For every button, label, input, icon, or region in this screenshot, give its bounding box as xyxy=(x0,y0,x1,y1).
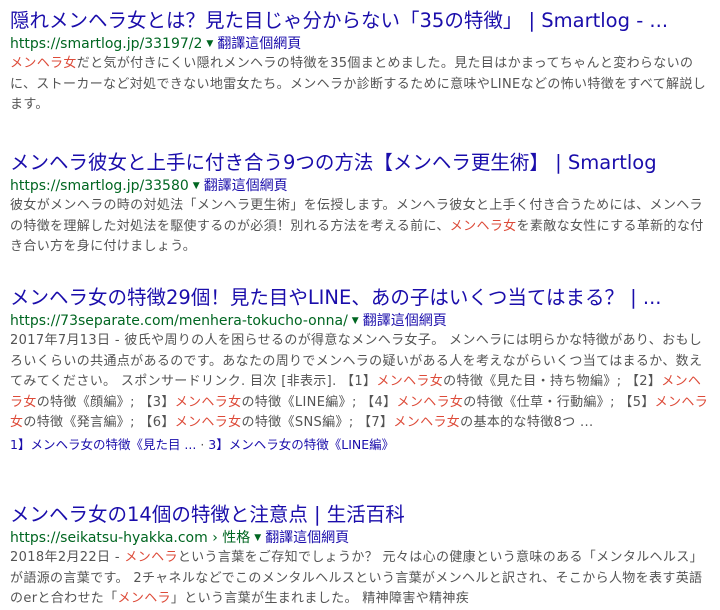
snippet-text: の基本的な特徴8つ ... xyxy=(460,415,594,430)
result-url: https://73separate.com/menhera-tokucho-o… xyxy=(10,313,348,329)
translate-page-link[interactable]: 翻譯這個網頁 xyxy=(217,36,301,52)
result-title-link[interactable]: メンヘラ女の特徴29個！見た目やLINE、あの子はいくつ当てはまる？ | ... xyxy=(10,285,710,311)
snippet-highlight: メンヘラ xyxy=(124,550,178,565)
snippet-text: 」という言葉が生まれました。 精神障害や精神疾 xyxy=(170,591,470,606)
result-url-line: https://smartlog.jp/33197/2 ▼ 翻譯這個網頁 xyxy=(10,34,710,54)
translate-page-link[interactable]: 翻譯這個網頁 xyxy=(265,530,349,546)
translate-page-link[interactable]: 翻譯這個網頁 xyxy=(204,178,288,194)
caret-down-icon[interactable]: ▼ xyxy=(254,528,261,548)
snippet-text: の特徴《LINE編》; 【4】 xyxy=(241,394,397,410)
caret-down-icon[interactable]: ▼ xyxy=(352,311,359,331)
result-url-line: https://73separate.com/menhera-tokucho-o… xyxy=(10,311,710,331)
snippet-highlight: メンヘラ女 xyxy=(449,218,517,234)
result-breadcrumb: › 性格 xyxy=(207,530,251,546)
search-result: メンヘラ彼女と上手に付き合う9つの方法【メンヘラ更生術】 | Smartlog … xyxy=(10,150,710,258)
search-result: メンヘラ女の14個の特徴と注意点 | 生活百科 https://seikatsu… xyxy=(10,502,710,610)
sitelink[interactable]: 3】メンヘラ女の特徴《LINE編》 xyxy=(208,437,394,452)
caret-down-icon[interactable]: ▼ xyxy=(206,34,213,54)
snippet-highlight: メンヘラ女 xyxy=(174,415,242,430)
result-url-line: https://smartlog.jp/33580 ▼ 翻譯這個網頁 xyxy=(10,176,710,196)
snippet-text: の特徴《見た目・持ち物編》; 【2】 xyxy=(443,374,662,389)
result-snippet: 彼女がメンヘラの時の対処法「メンヘラ更生術」を伝授します。メンヘラ彼女と上手く付… xyxy=(10,196,710,258)
sitelinks: 1】メンヘラ女の特徴《見た目 ... · 3】メンヘラ女の特徴《LINE編》 xyxy=(10,435,710,455)
result-url-line: https://seikatsu-hyakka.com › 性格 ▼ 翻譯這個網頁 xyxy=(10,528,710,548)
snippet-highlight: メンヘラ女 xyxy=(396,394,464,410)
result-url: https://seikatsu-hyakka.com xyxy=(10,530,208,546)
snippet-highlight: メンヘラ女 xyxy=(393,415,461,430)
sitelink[interactable]: 1】メンヘラ女の特徴《見た目 ... xyxy=(10,437,196,452)
snippet-text: だと気が付きにくい隠れメンヘラの特徴を35個まとめました。見た目はかまってちゃん… xyxy=(10,56,707,112)
snippet-text: の特徴《SNS編》; 【7】 xyxy=(241,415,394,430)
snippet-text: 2018年2月22日 - xyxy=(10,550,125,565)
result-title-link[interactable]: 隠れメンヘラ女とは？見た目じゃ分からない「35の特徴」 | Smartlog -… xyxy=(10,8,710,34)
snippet-highlight: メンヘラ女 xyxy=(376,374,444,389)
sitelink-separator: · xyxy=(196,436,209,452)
result-url: https://smartlog.jp/33580 xyxy=(10,178,189,194)
translate-page-link[interactable]: 翻譯這個網頁 xyxy=(363,313,447,329)
caret-down-icon[interactable]: ▼ xyxy=(193,176,200,196)
snippet-text: の特徴《発言編》; 【6】 xyxy=(23,415,175,430)
snippet-highlight: メンヘラ女 xyxy=(174,394,242,410)
search-result: メンヘラ女の特徴29個！見た目やLINE、あの子はいくつ当てはまる？ | ...… xyxy=(10,285,710,455)
snippet-highlight: メンヘラ xyxy=(117,591,171,606)
snippet-text: の特徴《仕草・行動編》; 【5】 xyxy=(463,394,655,410)
result-snippet: メンヘラ女だと気が付きにくい隠れメンヘラの特徴を35個まとめました。見た目はかま… xyxy=(10,54,710,116)
snippet-highlight: メンヘラ女 xyxy=(10,56,77,71)
result-url: https://smartlog.jp/33197/2 xyxy=(10,36,203,52)
snippet-text: の特徴《顔編》; 【3】 xyxy=(36,394,175,410)
result-snippet: 2018年2月22日 - メンヘラという言葉をご存知でしょうか？ 元々は心の健康… xyxy=(10,548,710,610)
result-title-link[interactable]: メンヘラ彼女と上手に付き合う9つの方法【メンヘラ更生術】 | Smartlog xyxy=(10,150,710,176)
result-snippet: 2017年7月13日 - 彼氏や周りの人を困らせるのが得意なメンヘラ女子。 メン… xyxy=(10,331,710,434)
search-result: 隠れメンヘラ女とは？見た目じゃ分からない「35の特徴」 | Smartlog -… xyxy=(10,8,710,116)
result-title-link[interactable]: メンヘラ女の14個の特徴と注意点 | 生活百科 xyxy=(10,502,710,528)
